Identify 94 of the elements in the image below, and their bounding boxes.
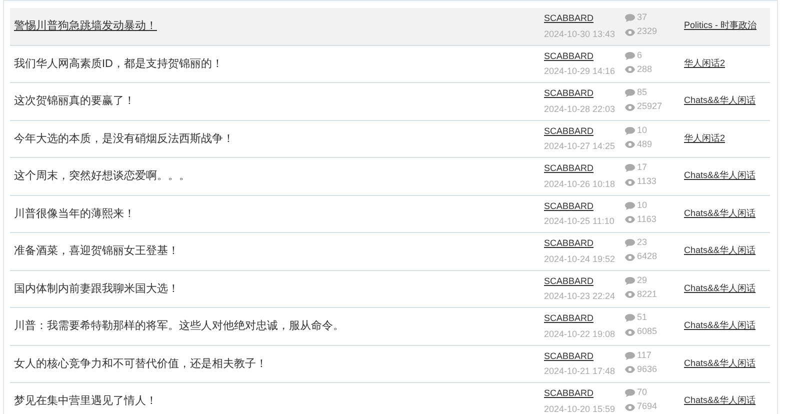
category-link[interactable]: Chats&&华人闲话 xyxy=(684,282,756,292)
author-link[interactable]: SCABBARD xyxy=(544,87,594,100)
reply-count: 70 xyxy=(637,386,648,400)
comment-icon xyxy=(625,314,635,322)
category-link[interactable]: Chats&&华人闲话 xyxy=(684,170,756,180)
post-date: 2024-10-29 14:16 xyxy=(544,65,616,78)
reply-count: 85 xyxy=(637,86,648,100)
comment-icon xyxy=(625,52,635,60)
author-link[interactable]: SCABBARD xyxy=(544,124,594,138)
view-count: 25927 xyxy=(637,100,662,114)
view-count: 2329 xyxy=(637,25,658,38)
view-count: 288 xyxy=(637,62,652,76)
post-date: 2024-10-23 22:24 xyxy=(544,290,616,303)
topic-title[interactable]: 准备酒菜，喜迎贺锦丽女王登基！ xyxy=(14,243,179,260)
topic-row[interactable]: 今年大选的本质，是没有硝烟反法西斯战争！ SCABBARD 2024-10-27 14:25 10 489 华人闲话2 xyxy=(10,120,770,158)
topic-title[interactable]: 我们华人网高素质ID，都是支持贺锦丽的！ xyxy=(14,56,223,72)
view-count: 6428 xyxy=(637,250,658,264)
topic-row[interactable]: 女人的核心竞争力和不可替代价值，还是相夫教子！ SCABBARD 2024-10-21 17:48 117 9636 Chats&&华人闲话 xyxy=(10,346,770,383)
post-date: 2024-10-25 11:10 xyxy=(544,215,614,228)
comment-icon xyxy=(625,164,635,172)
eye-icon xyxy=(625,104,635,110)
eye-icon xyxy=(625,28,635,36)
reply-count: 6 xyxy=(637,48,642,62)
category-link[interactable]: Politics - 时事政治 xyxy=(684,20,757,30)
topic-row[interactable]: 川普很像当年的薄熙来！ SCABBARD 2024-10-25 11:10 10 1163 Chats&&华人闲话 xyxy=(10,196,770,233)
comment-icon xyxy=(625,276,635,284)
eye-icon xyxy=(625,254,635,260)
category-link[interactable]: Chats&&华人闲话 xyxy=(684,320,756,330)
post-date: 2024-10-22 19:08 xyxy=(544,328,616,340)
post-date: 2024-10-26 10:18 xyxy=(544,178,616,190)
author-link[interactable]: SCABBARD xyxy=(544,274,594,288)
reply-count: 17 xyxy=(637,161,648,174)
post-date: 2024-10-21 17:48 xyxy=(544,365,616,378)
eye-icon xyxy=(625,178,635,186)
comment-icon xyxy=(625,202,635,210)
reply-count: 29 xyxy=(637,274,648,287)
comment-icon xyxy=(625,126,635,134)
eye-icon xyxy=(625,141,635,148)
author-link[interactable]: SCABBARD xyxy=(544,237,594,250)
eye-icon xyxy=(625,404,635,410)
post-date: 2024-10-28 22:03 xyxy=(544,102,616,116)
author-link[interactable]: SCABBARD xyxy=(544,312,594,326)
topic-row[interactable]: 警惕川普狗急跳墙发动暴动！ SCABBARD 2024-10-30 13:43 37 2329 Politics - 时事政治 xyxy=(10,8,770,46)
author-link[interactable]: SCABBARD xyxy=(544,350,594,363)
topic-title[interactable]: 川普：我需要希特勒那样的将军。这些人对他绝对忠诚，服从命令。 xyxy=(14,318,344,334)
post-date: 2024-10-20 15:59 xyxy=(544,402,616,414)
topic-title[interactable]: 这次贺锦丽真的要赢了！ xyxy=(14,93,135,110)
view-count: 1163 xyxy=(637,212,656,226)
eye-icon xyxy=(625,366,635,373)
view-count: 9636 xyxy=(637,362,658,376)
view-count: 6085 xyxy=(637,325,658,338)
comment-icon xyxy=(625,352,635,360)
category-link[interactable]: 华人闲话2 xyxy=(684,58,726,68)
author-link[interactable]: SCABBARD xyxy=(544,200,594,213)
post-date: 2024-10-27 14:25 xyxy=(544,140,616,153)
eye-icon xyxy=(625,328,635,336)
reply-count: 10 xyxy=(637,124,648,137)
view-count: 1133 xyxy=(637,175,656,188)
view-count: 7694 xyxy=(637,400,658,414)
author-link[interactable]: SCABBARD xyxy=(544,12,594,26)
category-link[interactable]: Chats&&华人闲话 xyxy=(684,395,756,405)
reply-count: 23 xyxy=(637,236,648,250)
post-date: 2024-10-30 13:43 xyxy=(544,28,616,40)
category-link[interactable]: Chats&&华人闲话 xyxy=(684,208,756,218)
reply-count: 51 xyxy=(637,311,648,324)
reply-count: 37 xyxy=(637,11,648,24)
comment-icon xyxy=(625,14,635,22)
topic-title[interactable]: 警惕川普狗急跳墙发动暴动！ xyxy=(14,18,157,34)
view-count: 489 xyxy=(637,138,652,151)
post-date: 2024-10-24 19:52 xyxy=(544,252,616,266)
category-link[interactable]: Chats&&华人闲话 xyxy=(684,358,756,368)
category-link[interactable]: 华人闲话2 xyxy=(684,132,726,142)
author-link[interactable]: SCABBARD xyxy=(544,50,594,63)
eye-icon xyxy=(625,291,635,298)
comment-icon xyxy=(625,89,635,97)
category-link[interactable]: Chats&&华人闲话 xyxy=(684,95,756,105)
author-link[interactable]: SCABBARD xyxy=(544,162,594,176)
eye-icon xyxy=(625,216,635,223)
topic-title[interactable]: 这个周末，突然好想谈恋爱啊。。。 xyxy=(14,168,190,184)
topic-row[interactable]: 国内体制内前妻跟我聊米国大选！ SCABBARD 2024-10-23 22:24 29 8221 Chats&&华人闲话 xyxy=(10,270,770,308)
reply-count: 117 xyxy=(637,348,652,362)
comment-icon xyxy=(625,389,635,397)
topic-row[interactable]: 我们华人网高素质ID，都是支持贺锦丽的！ SCABBARD 2024-10-29 14:16 6 288 华人闲话2 xyxy=(10,46,770,83)
reply-count: 10 xyxy=(637,198,648,212)
topic-title[interactable]: 川普很像当年的薄熙来！ xyxy=(14,206,135,222)
author-link[interactable]: SCABBARD xyxy=(544,387,594,400)
comment-icon xyxy=(625,239,635,247)
topic-title[interactable]: 梦见在集中营里遇见了情人！ xyxy=(14,393,157,410)
topic-title[interactable]: 今年大选的本质，是没有硝烟反法西斯战争！ xyxy=(14,130,234,147)
eye-icon xyxy=(625,66,635,73)
view-count: 8221 xyxy=(637,288,658,301)
topic-title[interactable]: 国内体制内前妻跟我聊米国大选！ xyxy=(14,280,179,297)
category-link[interactable]: Chats&&华人闲话 xyxy=(684,245,756,255)
topic-title[interactable]: 女人的核心竞争力和不可替代价值，还是相夫教子！ xyxy=(14,356,267,372)
